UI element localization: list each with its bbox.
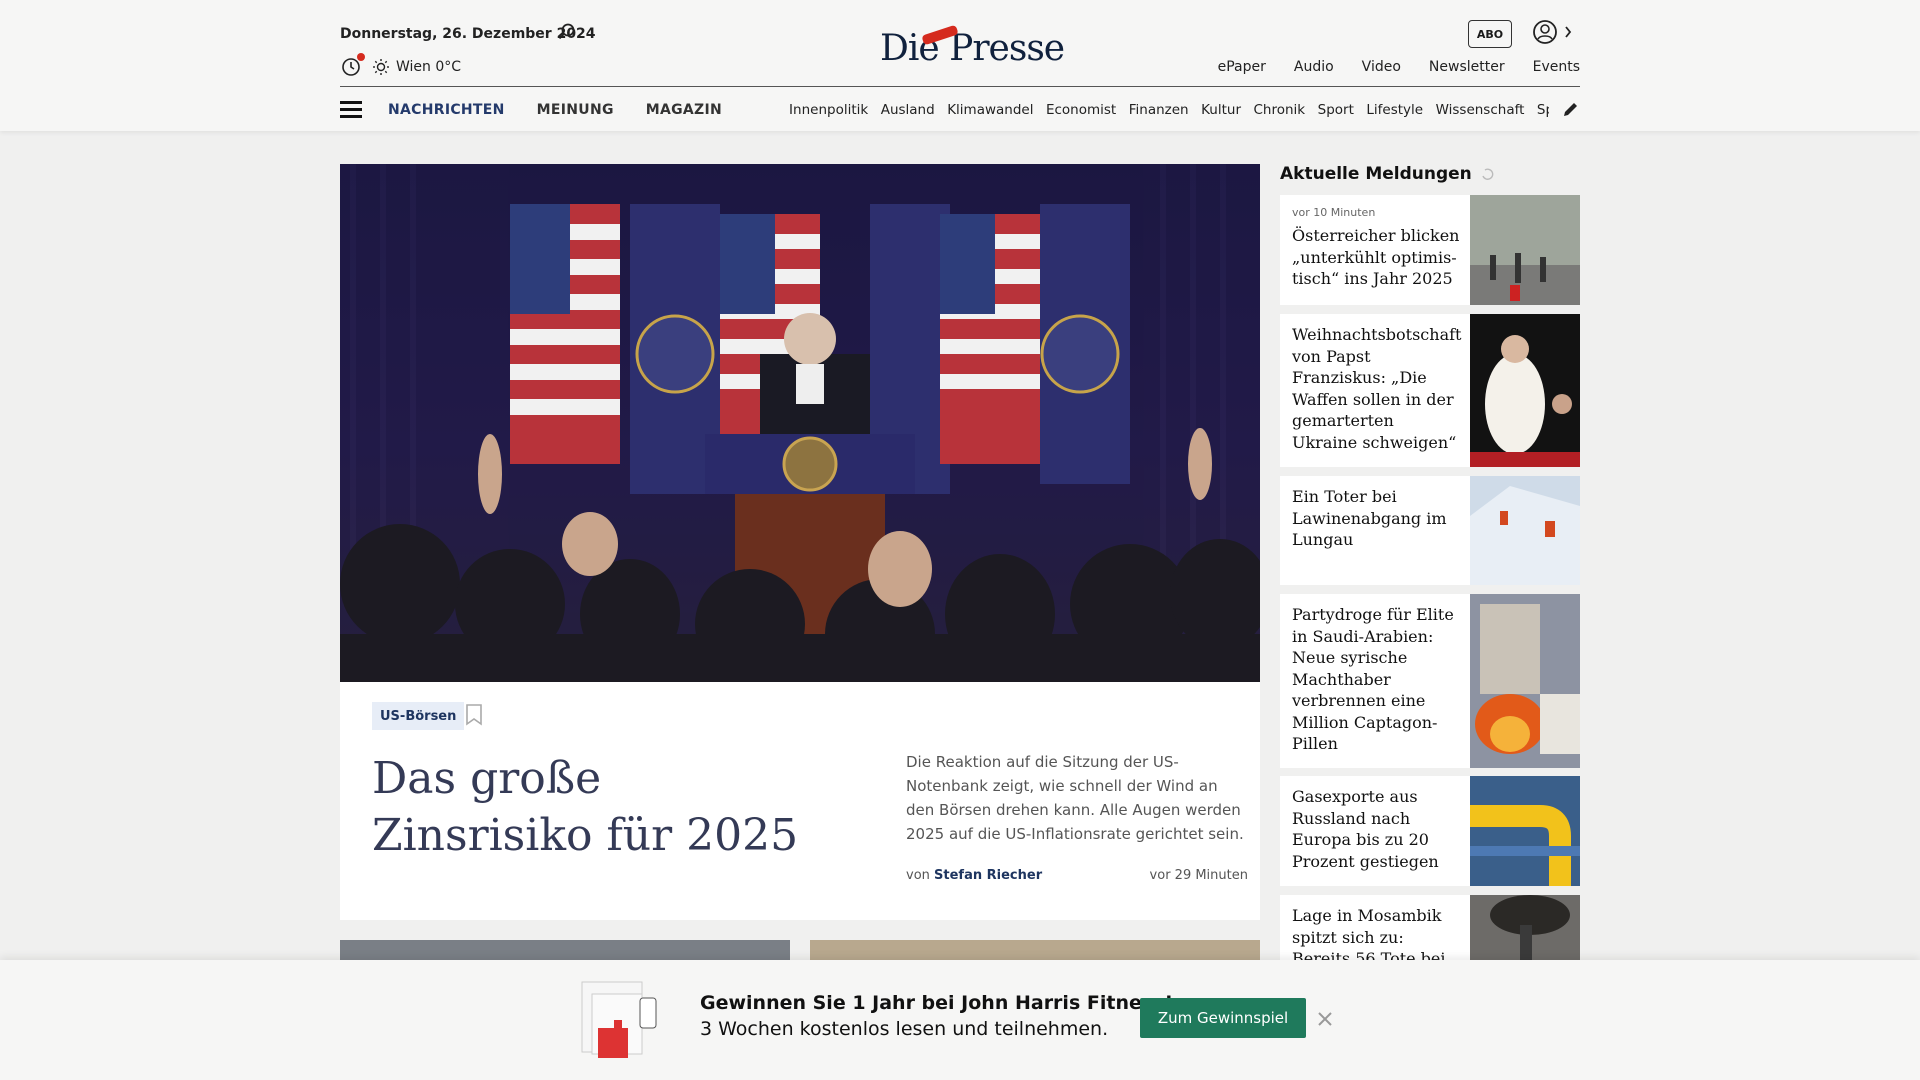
weather-widget[interactable]: Wien 0°C [340,53,462,78]
abo-button[interactable]: ABO [1468,20,1512,48]
news-thumbnail[interactable] [1470,195,1580,305]
promo-text: Gewinnen Sie 1 Jahr bei John Harris Fitn… [700,990,1173,1042]
news-thumbnail[interactable] [1470,776,1580,886]
sidebar-title: Aktuelle Meldungen [1280,164,1494,184]
news-time: vor 10 Minuten [1292,206,1376,219]
site-logo[interactable]: Die Presse [880,24,1065,69]
news-thumbnail[interactable] [1470,594,1580,768]
promo-headline: Gewinnen Sie 1 Jahr bei John Harris Fitn… [700,992,1174,1014]
subnav-sport[interactable]: Sport [1318,102,1354,118]
news-item[interactable]: Partydroge für Elite in Saudi-Arabien: N… [1280,594,1580,768]
hero-teaser: Die Reaktion auf die Sitzung der US-Note… [906,753,1244,843]
byline: von Stefan Riecher [906,868,1043,883]
subnav-economist[interactable]: Economist [1046,102,1116,118]
weather-label: Wien 0°C [396,59,462,75]
category-tag[interactable]: US-Börsen [372,702,465,730]
subnav-innenpolitik[interactable]: Innenpolitik [789,102,868,118]
refresh-icon [1482,168,1494,180]
news-title[interactable]: Lage in Mosambik spitzt sich zu: Bereits… [1292,906,1446,960]
pencil-icon[interactable] [1562,100,1580,118]
subnav-finanzen[interactable]: Finanzen [1129,102,1189,118]
news-title[interactable]: Ein Toter bei Lawinenabgang im Lungau [1292,487,1447,549]
top-links: ePaper Audio Video Newsletter Events [1190,59,1580,75]
clock-icon[interactable] [340,53,365,78]
news-item[interactable]: Weihnachtsbotschaft von Papst Franziskus… [1280,314,1580,467]
news-item[interactable]: Gasexporte aus Russland nach Europa bis … [1280,776,1580,886]
bookmark-icon[interactable] [466,704,482,726]
site-header: Donnerstag, 26. Dezember 2024 Wien 0°C D… [0,0,1920,131]
subnav-klimawandel[interactable]: Klimawandel [947,102,1033,118]
article-age: vor 29 Minuten [1149,868,1248,883]
search-icon[interactable] [557,22,577,42]
news-title[interactable]: Partydroge für Elite in Saudi-Arabien: N… [1292,605,1454,753]
subnav-lifestyle[interactable]: Lifestyle [1366,102,1423,118]
close-icon[interactable] [1316,1010,1334,1028]
news-item[interactable]: Ein Toter bei Lawinenabgang im Lungau [1280,476,1580,585]
news-thumbnail[interactable] [1470,476,1580,585]
subnav-chronik[interactable]: Chronik [1254,102,1306,118]
header-divider [340,86,1580,87]
promo-subline: 3 Wochen kostenlos lesen und teilnehmen. [700,1018,1109,1040]
news-thumbnail[interactable] [1470,895,1580,960]
link-newsletter[interactable]: Newsletter [1429,59,1505,75]
news-title[interactable]: Österreicher blicken „unterkühlt optimis… [1292,226,1459,288]
subnav-kultur[interactable]: Kultur [1201,102,1241,118]
news-thumbnail[interactable] [1470,314,1580,467]
sun-icon [373,59,389,75]
menu-icon[interactable] [340,101,364,119]
link-audio[interactable]: Audio [1294,59,1334,75]
hero-image[interactable] [340,164,1260,682]
sub-nav: Innenpolitik Ausland Klimawandel Economi… [789,102,1549,118]
link-video[interactable]: Video [1362,59,1401,75]
news-item[interactable]: vor 10 Minuten Österreicher blicken „unt… [1280,195,1580,305]
hero-headline[interactable]: Das große Zinsrisiko für 2025 [372,750,812,864]
subnav-wissenschaft[interactable]: Wissenschaft [1436,102,1525,118]
nav-magazin[interactable]: MAGAZIN [646,102,722,118]
news-title[interactable]: Weihnachtsbotschaft von Papst Franziskus… [1292,325,1461,452]
gewinnspiel-button[interactable]: Zum Gewinnspiel [1140,998,1306,1038]
subnav-spectrum[interactable]: Spectrum [1537,102,1549,118]
promo-image [581,981,657,1058]
nav-meinung[interactable]: MEINUNG [537,102,614,118]
link-events[interactable]: Events [1533,59,1580,75]
news-item[interactable]: Lage in Mosambik spitzt sich zu: Bereits… [1280,895,1580,960]
user-account-icon[interactable] [1530,18,1574,48]
subnav-ausland[interactable]: Ausland [881,102,935,118]
main-nav: NACHRICHTEN MEINUNG MAGAZIN Innenpolitik… [340,96,1580,124]
author-link[interactable]: Stefan Riecher [934,868,1042,883]
nav-nachrichten[interactable]: NACHRICHTEN [388,102,505,118]
promo-banner: Gewinnen Sie 1 Jahr bei John Harris Fitn… [0,960,1920,1080]
link-epaper[interactable]: ePaper [1218,59,1266,75]
news-title[interactable]: Gasexporte aus Russland nach Europa bis … [1292,787,1439,871]
hero-article-card[interactable]: US-Börsen Das große Zinsrisiko für 2025 … [340,682,1260,920]
notification-dot [357,53,365,61]
